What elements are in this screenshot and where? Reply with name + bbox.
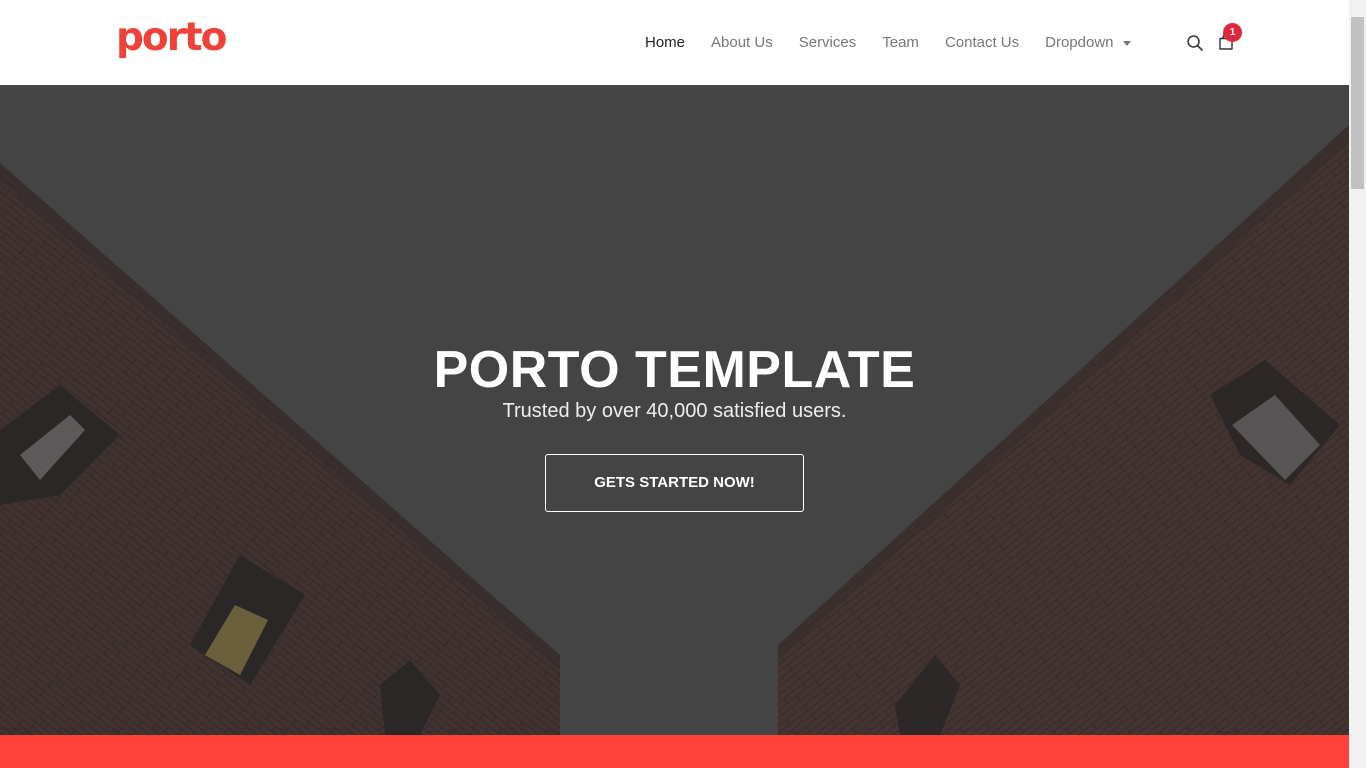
nav-item-home[interactable]: Home [632, 34, 698, 51]
nav-item-label: About Us [711, 34, 773, 51]
nav-item-label: Team [882, 34, 919, 51]
page-scrollbar[interactable] [1349, 0, 1366, 768]
hero-section: PORTO TEMPLATE Trusted by over 40,000 sa… [0, 85, 1349, 735]
nav-item-team[interactable]: Team [869, 34, 932, 51]
nav-item-dropdown[interactable]: Dropdown [1032, 34, 1143, 51]
nav-item-contact-us[interactable]: Contact Us [932, 34, 1032, 51]
caret-down-icon [1122, 40, 1131, 46]
nav-item-label: Dropdown [1045, 34, 1114, 51]
logo[interactable]: porto [116, 18, 227, 57]
scrollbar-thumb[interactable] [1351, 17, 1364, 189]
main-nav: Home About Us Services Team Contact Us D… [632, 0, 1144, 85]
nav-item-services[interactable]: Services [786, 34, 870, 51]
site-header: porto Home About Us Services Team Contac… [0, 0, 1349, 85]
nav-item-label: Home [645, 34, 686, 51]
hero-title: PORTO TEMPLATE [433, 340, 916, 399]
search-icon[interactable] [1186, 34, 1204, 52]
nav-item-label: Contact Us [944, 34, 1020, 51]
hero-subtitle: Trusted by over 40,000 satisfied users. [502, 400, 847, 422]
nav-item-label: Services [798, 34, 857, 51]
section-band [0, 735, 1349, 768]
cart-count-badge: 1 [1223, 23, 1242, 42]
page: porto Home About Us Services Team Contac… [0, 0, 1349, 768]
nav-item-about-us[interactable]: About Us [698, 34, 786, 51]
get-started-button[interactable]: GETS STARTED NOW! [545, 454, 804, 512]
